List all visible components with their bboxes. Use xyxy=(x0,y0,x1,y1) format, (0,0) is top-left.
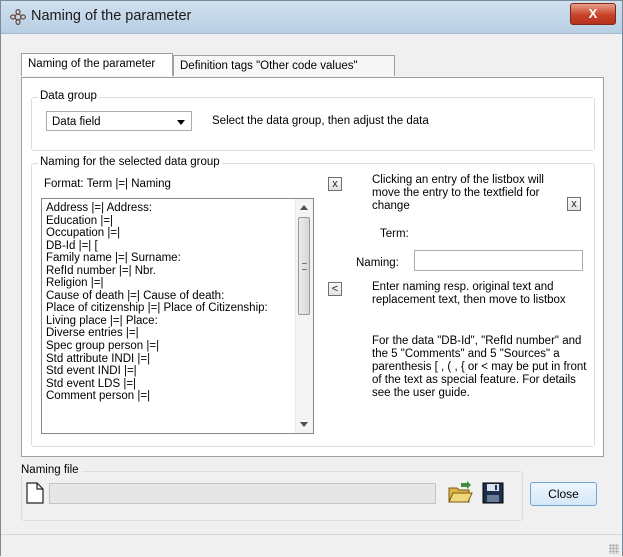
tab-definition-tags[interactable]: Definition tags "Other code values" xyxy=(173,55,395,76)
term-label: Term: xyxy=(380,228,409,240)
window-close-button[interactable]: X xyxy=(570,3,616,25)
dialog-window: Naming of the parameter X Naming of the … xyxy=(0,0,623,557)
grip-icon xyxy=(302,263,307,270)
naming-file-label: Naming file xyxy=(18,464,82,476)
list-item[interactable]: Religion |=| xyxy=(42,277,296,290)
naming-label: Naming: xyxy=(356,257,399,269)
naming-file-path xyxy=(49,483,436,504)
naming-input[interactable] xyxy=(414,250,583,271)
tab-panel: Data group Data field Select the data gr… xyxy=(21,77,604,457)
open-folder-icon[interactable] xyxy=(447,481,473,505)
list-item[interactable]: Education |=| xyxy=(42,215,296,228)
list-item[interactable]: RefId number |=| Nbr. xyxy=(42,265,296,278)
list-item[interactable]: Address |=| Address: xyxy=(42,202,296,215)
listbox-scrollbar[interactable] xyxy=(295,199,313,433)
list-item[interactable]: Family name |=| Surname: xyxy=(42,252,296,265)
data-group-box: Data group Data field Select the data gr… xyxy=(31,90,595,151)
app-icon xyxy=(10,9,26,25)
scrollbar-thumb[interactable] xyxy=(298,217,310,315)
list-item[interactable]: Cause of death |=| Cause of death: xyxy=(42,290,296,303)
enter-hint: Enter naming resp. original text and rep… xyxy=(372,281,566,306)
list-item[interactable]: Diverse entries |=| xyxy=(42,327,296,340)
window-title: Naming of the parameter xyxy=(31,8,192,24)
scroll-down-arrow-icon[interactable] xyxy=(300,422,308,427)
list-item[interactable]: Comment person |=| xyxy=(42,390,296,403)
floppy-disk-icon[interactable] xyxy=(482,482,504,504)
naming-listbox[interactable]: Address |=| Address: Education |=| Occup… xyxy=(41,198,314,434)
status-bar xyxy=(1,534,622,557)
click-hint: Clicking an entry of the listbox will mo… xyxy=(372,174,544,212)
clear-text-button[interactable]: x xyxy=(567,197,581,211)
title-bar: Naming of the parameter X xyxy=(1,1,622,34)
list-item[interactable]: Std event LDS |=| xyxy=(42,378,296,391)
list-item[interactable]: Spec group person |=| xyxy=(42,340,296,353)
close-button[interactable]: Close xyxy=(530,482,597,506)
naming-group-label: Naming for the selected data group xyxy=(38,156,222,168)
list-item[interactable]: Std attribute INDI |=| xyxy=(42,353,296,366)
data-group-select[interactable]: Data field xyxy=(46,111,192,131)
resize-grip-icon[interactable] xyxy=(609,544,619,554)
format-label: Format: Term |=| Naming xyxy=(44,178,171,190)
data-group-label: Data group xyxy=(38,90,99,102)
data-group-selected-value: Data field xyxy=(52,116,101,128)
special-feature-hint: For the data "DB-Id", "RefId number" and… xyxy=(372,335,587,399)
tab-naming-of-the-parameter[interactable]: Naming of the parameter xyxy=(21,53,173,76)
list-item[interactable]: Std event INDI |=| xyxy=(42,365,296,378)
move-to-listbox-button[interactable]: < xyxy=(328,282,342,296)
blank-document-icon[interactable] xyxy=(26,482,44,504)
scroll-up-arrow-icon[interactable] xyxy=(300,205,308,210)
list-item[interactable]: DB-Id |=| [ xyxy=(42,240,296,253)
clear-list-button[interactable]: x xyxy=(328,177,342,191)
list-item[interactable]: Occupation |=| xyxy=(42,227,296,240)
data-group-hint: Select the data group, then adjust the d… xyxy=(212,115,429,127)
naming-group-box: Naming for the selected data group Forma… xyxy=(31,156,595,447)
list-item[interactable]: Place of citizenship |=| Place of Citize… xyxy=(42,302,296,315)
list-item[interactable]: Living place |=| Place: xyxy=(42,315,296,328)
chevron-down-icon xyxy=(177,120,185,125)
